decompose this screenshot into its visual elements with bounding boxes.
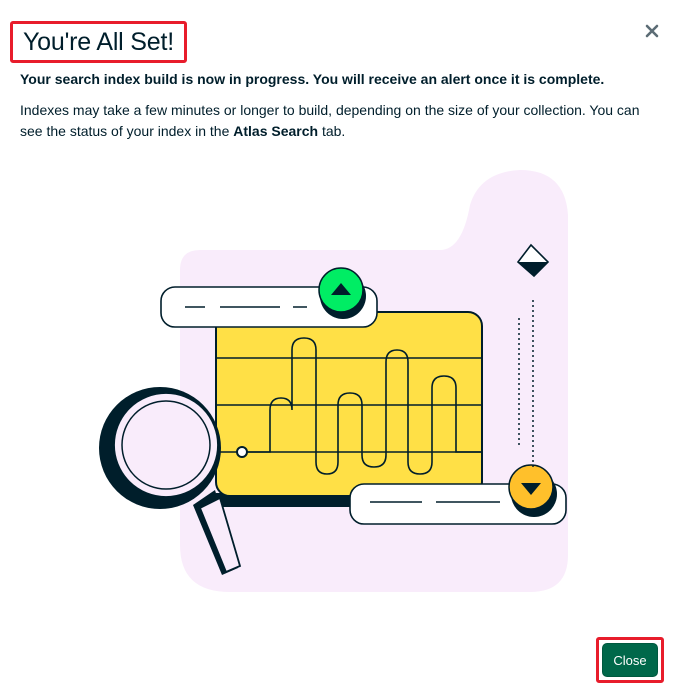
magnifier-lens — [113, 392, 219, 498]
close-icon[interactable] — [641, 20, 663, 42]
modal-description: Indexes may take a few minutes or longer… — [20, 100, 660, 142]
modal-subtitle: Your search index build is now in progre… — [20, 71, 605, 87]
description-tail: tab. — [318, 123, 346, 139]
modal-title: You're All Set! — [23, 27, 174, 56]
title-highlight: You're All Set! — [10, 21, 187, 63]
chart-card — [215, 311, 483, 497]
modal-dialog: You're All Set! Your search index build … — [0, 0, 682, 696]
close-button-highlight: Close — [596, 637, 664, 683]
atlas-search-tab-reference: Atlas Search — [233, 123, 319, 139]
close-button[interactable]: Close — [602, 643, 658, 677]
search-index-illustration — [0, 150, 682, 610]
